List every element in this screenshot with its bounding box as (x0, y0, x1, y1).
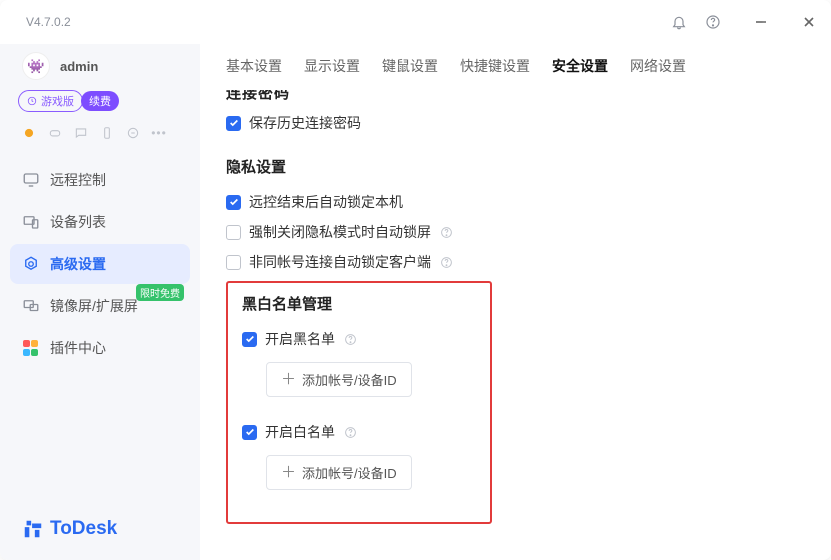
help-icon[interactable] (343, 332, 357, 346)
titlebar-actions (671, 14, 817, 30)
titlebar: V4.7.0.2 (0, 0, 831, 44)
brand: ToDesk (0, 518, 200, 560)
nav-advanced-settings[interactable]: 高级设置 (10, 244, 190, 284)
label-enable-blacklist: 开启黑名单 (265, 329, 335, 349)
label-save-history-password: 保存历史连接密码 (249, 113, 361, 133)
section-privacy-heading: 隐私设置 (226, 156, 805, 177)
help-icon[interactable] (439, 225, 453, 239)
renew-badge[interactable]: 续费 (81, 91, 119, 111)
close-icon[interactable] (801, 14, 817, 30)
version-label: V4.7.0.2 (26, 15, 71, 29)
help-icon[interactable] (343, 425, 357, 439)
minimize-icon[interactable] (753, 14, 769, 30)
help-icon[interactable] (705, 14, 721, 30)
add-blacklist-button[interactable]: ＋ 添加帐号/设备ID (266, 362, 412, 397)
main: 基本设置 显示设置 键鼠设置 快捷键设置 安全设置 网络设置 连接密码 保存历史… (200, 44, 831, 560)
checkbox-save-history-password[interactable] (226, 116, 241, 131)
sidebar: 👾 admin 游戏版 续费 ••• (0, 44, 200, 560)
plus-icon: ＋ (281, 372, 296, 387)
phone-icon[interactable] (98, 124, 116, 142)
free-badge: 限时免费 (136, 284, 184, 301)
gamepad-icon[interactable] (46, 124, 64, 142)
add-whitelist-button[interactable]: ＋ 添加帐号/设备ID (266, 455, 412, 490)
bell-icon[interactable] (671, 14, 687, 30)
label-lock-after-remote: 远控结束后自动锁定本机 (249, 192, 403, 212)
settings-content: 连接密码 保存历史连接密码 隐私设置 远控结束后自动锁定本机 强制关闭隐私模式时… (200, 90, 831, 560)
message-icon[interactable] (72, 124, 90, 142)
screens-icon (22, 297, 40, 315)
brand-icon (22, 518, 44, 540)
mini-icon-row: ••• (0, 120, 200, 156)
plan-badges: 游戏版 续费 (0, 90, 200, 120)
tab-network[interactable]: 网络设置 (630, 54, 686, 78)
tab-security[interactable]: 安全设置 (552, 54, 608, 78)
add-blacklist-label: 添加帐号/设备ID (302, 370, 397, 389)
brand-label: ToDesk (50, 518, 117, 540)
username-label: admin (60, 59, 98, 74)
settings-hex-icon (22, 255, 40, 273)
checkbox-diff-account-lock[interactable] (226, 255, 241, 270)
transfer-icon[interactable] (124, 124, 142, 142)
nav: 远程控制 设备列表 高级设置 镜像屏/扩展屏 限时免费 (0, 156, 200, 368)
checkbox-lock-after-remote[interactable] (226, 195, 241, 210)
nav-plugin-center[interactable]: 插件中心 (10, 328, 190, 368)
label-enable-whitelist: 开启白名单 (265, 422, 335, 442)
nav-remote-control[interactable]: 远程控制 (10, 160, 190, 200)
help-icon[interactable] (439, 255, 453, 269)
highlight-box: 黑白名单管理 开启黑名单 ＋ 添加帐号/设备ID (226, 281, 492, 524)
user-block[interactable]: 👾 admin (0, 44, 200, 90)
avatar: 👾 (22, 52, 50, 80)
nav-label: 远程控制 (50, 170, 106, 190)
plan-badge[interactable]: 游戏版 (18, 90, 83, 112)
tab-keyboard-mouse[interactable]: 键鼠设置 (382, 54, 438, 78)
coin-icon[interactable] (20, 124, 38, 142)
nav-label: 镜像屏/扩展屏 (50, 296, 138, 316)
section-list-mgmt-heading: 黑白名单管理 (242, 293, 472, 314)
tab-basic[interactable]: 基本设置 (226, 54, 282, 78)
nav-label: 设备列表 (50, 212, 106, 232)
tab-shortcuts[interactable]: 快捷键设置 (460, 54, 530, 78)
nav-label: 高级设置 (50, 254, 106, 274)
add-whitelist-label: 添加帐号/设备ID (302, 463, 397, 482)
monitor-icon (22, 171, 40, 189)
nav-mirror-extend[interactable]: 镜像屏/扩展屏 限时免费 (10, 286, 190, 326)
plugin-icon (22, 339, 40, 357)
tab-display[interactable]: 显示设置 (304, 54, 360, 78)
section-connection-password-heading: 连接密码 (226, 90, 805, 103)
app-window: V4.7.0.2 👾 admin (0, 0, 831, 560)
nav-label: 插件中心 (50, 338, 106, 358)
plan-label: 游戏版 (41, 93, 74, 109)
label-diff-account-lock: 非同帐号连接自动锁定客户端 (249, 252, 431, 272)
checkbox-enable-blacklist[interactable] (242, 332, 257, 347)
settings-tabs: 基本设置 显示设置 键鼠设置 快捷键设置 安全设置 网络设置 (200, 44, 831, 90)
plus-icon: ＋ (281, 465, 296, 480)
more-icon[interactable]: ••• (150, 124, 168, 142)
devices-icon (22, 213, 40, 231)
nav-device-list[interactable]: 设备列表 (10, 202, 190, 242)
checkbox-force-lock-privacy[interactable] (226, 225, 241, 240)
label-force-lock-privacy: 强制关闭隐私模式时自动锁屏 (249, 222, 431, 242)
checkbox-enable-whitelist[interactable] (242, 425, 257, 440)
